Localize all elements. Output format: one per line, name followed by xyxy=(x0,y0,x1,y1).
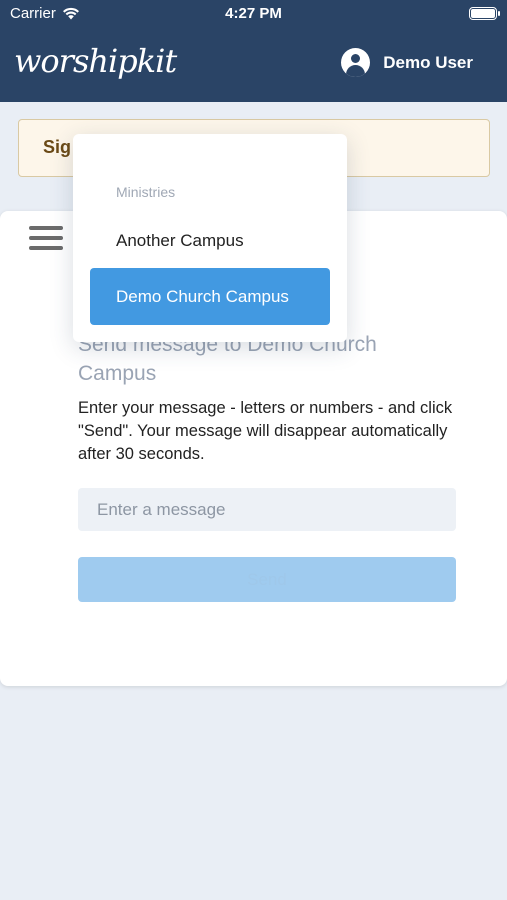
user-name[interactable]: Demo User xyxy=(383,53,473,73)
battery-icon xyxy=(469,7,500,20)
dropdown-item-another-campus[interactable]: Another Campus xyxy=(90,212,330,269)
send-button[interactable]: Send xyxy=(78,557,456,602)
hamburger-menu-icon[interactable] xyxy=(29,226,63,251)
banner-text: Sig xyxy=(43,137,72,157)
campus-dropdown: Ministries Another Campus Demo Church Ca… xyxy=(73,134,347,342)
instructions-text: Enter your message - letters or numbers … xyxy=(78,399,453,463)
dropdown-item-demo-church-campus[interactable]: Demo Church Campus xyxy=(90,268,330,325)
message-input[interactable] xyxy=(78,488,456,531)
user-avatar-icon[interactable] xyxy=(341,48,371,77)
app-header: worshipkit Demo User xyxy=(0,28,507,102)
user-menu[interactable]: Demo User xyxy=(341,48,473,77)
status-bar: Carrier 4:27 PM xyxy=(0,0,507,28)
clock: 4:27 PM xyxy=(225,5,282,22)
app-logo[interactable]: worshipkit xyxy=(14,42,177,80)
dropdown-section-header: Ministries xyxy=(116,184,176,200)
